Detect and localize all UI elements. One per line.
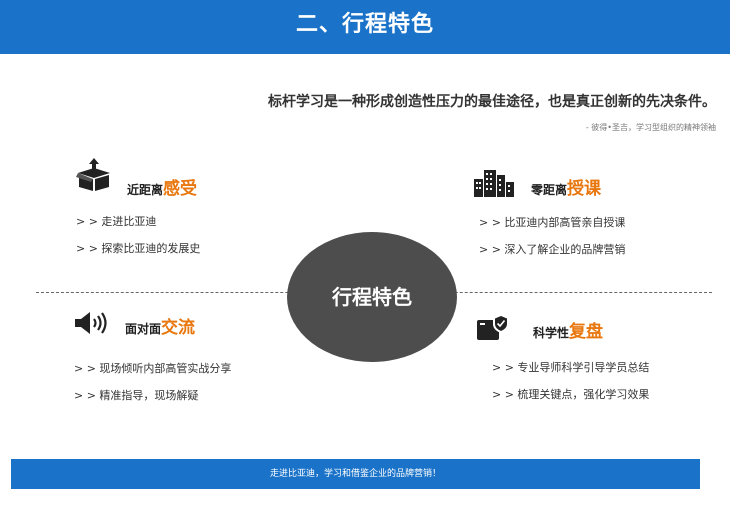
quadrant-title-emphasis: 复盘: [569, 322, 604, 342]
quote-source: - 彼得•圣吉，学习型组织的精神领袖: [585, 123, 716, 132]
list-item: > > 现场倾听内部高管实战分享: [74, 362, 232, 375]
footer-slogan: 走进比亚迪，学习和借鉴企业的品牌营销！: [269, 469, 441, 479]
list-item: > > 专业导师科学引导学员总结: [492, 361, 650, 374]
quadrant-title: 近距离感受: [127, 174, 197, 199]
quadrant-title-emphasis: 感受: [163, 179, 198, 199]
quadrant-title-prefix: 科学性: [533, 326, 570, 340]
list-item: > > 探索比亚迪的发展史: [76, 242, 201, 255]
speaker-icon: [75, 312, 107, 334]
quadrant-title: 零距离授课: [531, 174, 601, 199]
quadrant-title: 科学性复盘: [533, 317, 603, 342]
list-item: > > 深入了解企业的品牌营销: [479, 243, 626, 256]
quadrant-title-prefix: 零距离: [531, 183, 568, 197]
list-item: > > 精准指导，现场解疑: [74, 389, 199, 402]
list-item: > > 梳理关键点，强化学习效果: [492, 388, 650, 401]
quote-text: 标杆学习是一种形成创造性压力的最佳途径，也是真正创新的先决条件。: [268, 94, 716, 110]
quadrant-title-emphasis: 交流: [161, 318, 196, 338]
quadrant-title-prefix: 近距离: [127, 183, 164, 197]
quadrant-title-emphasis: 授课: [567, 179, 602, 199]
quadrant-title-prefix: 面对面: [125, 322, 162, 336]
page-title: 二、行程特色: [295, 12, 434, 37]
shield-box-icon: [477, 314, 509, 340]
list-item: > > 比亚迪内部高管亲自授课: [479, 216, 626, 229]
center-label: 行程特色: [332, 285, 412, 309]
quadrant-title: 面对面交流: [125, 313, 195, 338]
list-item: > > 走进比亚迪: [76, 215, 157, 228]
box-upload-icon: [76, 158, 110, 191]
buildings-icon: [474, 170, 514, 197]
